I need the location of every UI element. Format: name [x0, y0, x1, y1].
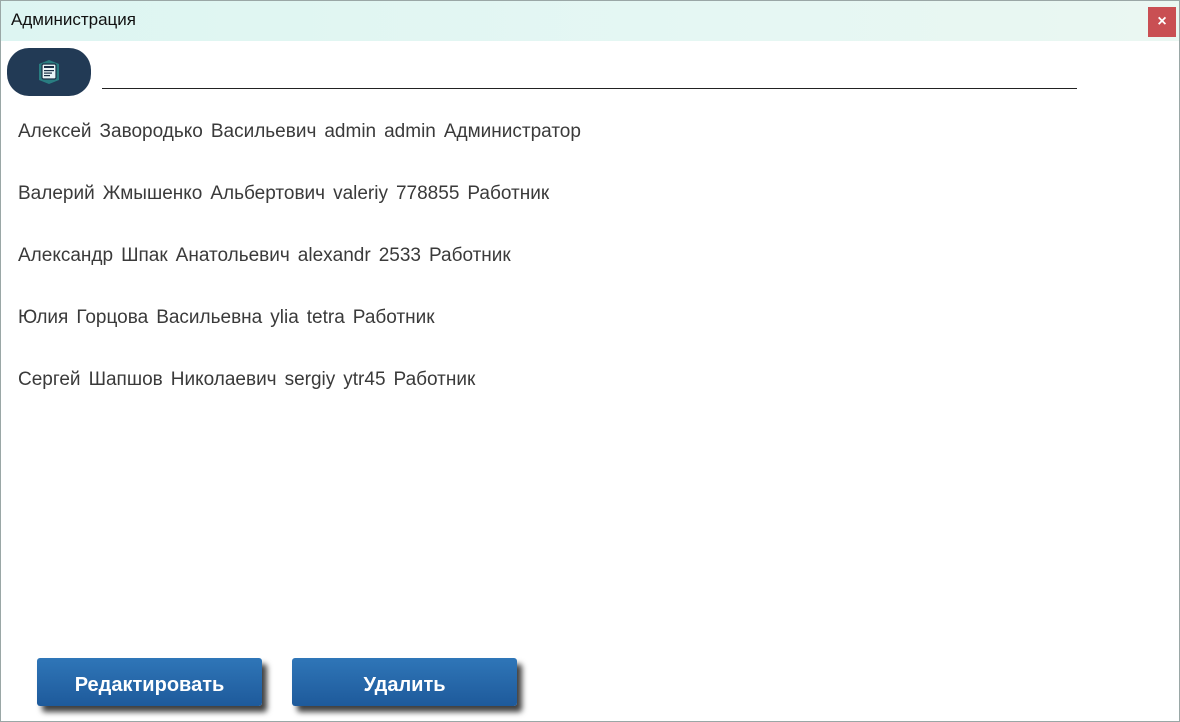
admin-window: Администрация × Алексей Завородько Василье…	[0, 0, 1180, 722]
user-last-name: Жмышенко	[102, 183, 203, 204]
list-item[interactable]: Александр Шпак Анатольевич alexandr 2533 Рабо…	[18, 245, 918, 307]
user-role: Работник	[393, 369, 476, 390]
user-last-name: Шапшов	[88, 369, 163, 390]
user-password: 2533	[378, 245, 421, 266]
user-role: Администратор	[443, 121, 581, 142]
list-item[interactable]: Валерий Жмышенко Альбертович valeriy 778855 Р…	[18, 183, 918, 245]
user-first-name: Алексей	[18, 121, 92, 142]
user-login: valeriy	[333, 183, 388, 204]
search-icon	[39, 60, 59, 84]
user-patronymic: Николаевич	[170, 369, 277, 390]
user-patronymic: Анатольевич	[175, 245, 290, 266]
user-role: Работник	[352, 307, 435, 328]
user-last-name: Шпак	[121, 245, 168, 266]
user-password: admin	[384, 121, 436, 142]
user-role: Работник	[467, 183, 550, 204]
search-bar	[7, 48, 1077, 98]
list-item[interactable]: Сергей Шапшов Николаевич sergiy ytr45 Работни…	[18, 369, 918, 431]
user-first-name: Александр	[18, 245, 114, 266]
search-button[interactable]	[7, 48, 91, 96]
user-first-name: Юлия	[18, 307, 69, 328]
user-patronymic: Васильевна	[156, 307, 263, 328]
user-last-name: Завородько	[99, 121, 203, 142]
search-input[interactable]	[102, 56, 1077, 89]
list-item[interactable]: Алексей Завородько Васильевич admin admin Адм…	[18, 121, 918, 183]
delete-button[interactable]: Удалить	[292, 658, 517, 706]
list-item[interactable]: Юлия Горцова Васильевна ylia tetra Работник	[18, 307, 918, 369]
user-password: tetra	[306, 307, 345, 328]
window-title: Администрация	[11, 10, 136, 29]
user-login: admin	[324, 121, 377, 142]
close-button[interactable]: ×	[1148, 7, 1176, 37]
user-password: 778855	[395, 183, 460, 204]
user-list: Алексей Завородько Васильевич admin admin Адм…	[18, 121, 918, 431]
user-patronymic: Васильевич	[210, 121, 317, 142]
user-patronymic: Альбертович	[210, 183, 326, 204]
title-bar: Администрация ×	[1, 1, 1179, 41]
user-first-name: Валерий	[18, 183, 95, 204]
user-login: alexandr	[297, 245, 371, 266]
user-password: ytr45	[343, 369, 386, 390]
user-login: sergiy	[284, 369, 336, 390]
user-role: Работник	[428, 245, 511, 266]
user-first-name: Сергей	[18, 369, 81, 390]
edit-button[interactable]: Редактировать	[37, 658, 262, 706]
user-login: ylia	[270, 307, 299, 328]
user-last-name: Горцова	[76, 307, 149, 328]
